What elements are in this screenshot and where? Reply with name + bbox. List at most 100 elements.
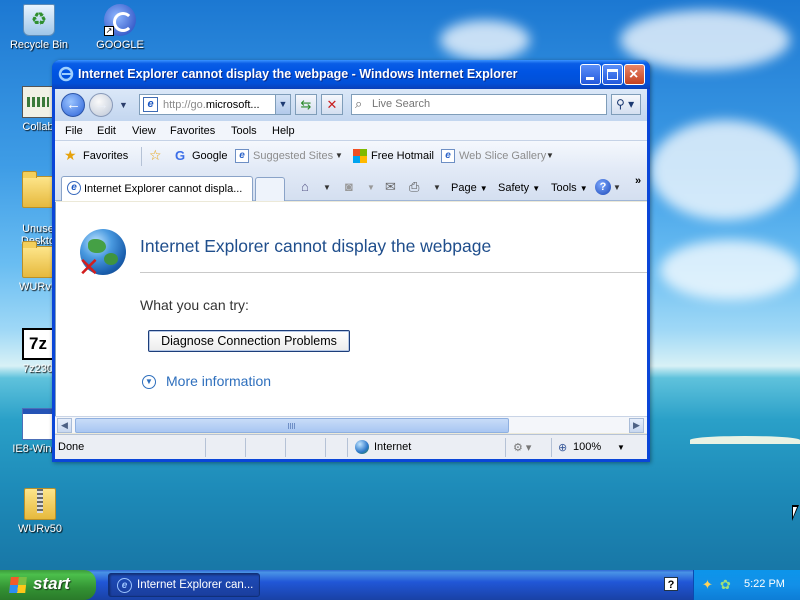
chevron-down-icon: ▼ <box>479 184 488 193</box>
error-x-icon: ✕ <box>78 252 100 282</box>
favorites-button[interactable]: Favorites <box>83 150 128 162</box>
protected-mode-icon[interactable]: ⚙ ▾ <box>513 441 531 454</box>
search-box[interactable]: ⌕ <box>351 94 607 115</box>
divider <box>347 438 348 457</box>
clock[interactable]: 5:22 PM <box>744 578 785 590</box>
help-icon[interactable]: ? <box>595 179 611 195</box>
address-input[interactable]: e http://go.microsoft... <box>139 94 291 115</box>
chevron-down-icon: ▼ <box>579 184 588 193</box>
divider <box>325 438 326 457</box>
forward-button[interactable]: → <box>89 93 113 117</box>
search-input[interactable] <box>372 98 602 110</box>
chevron-down-icon[interactable]: ▼ <box>335 151 343 160</box>
search-button[interactable]: ⚲ ▾ <box>611 94 641 115</box>
refresh-icon: ⇆ <box>300 97 312 112</box>
tab-current[interactable]: e Internet Explorer cannot displa... <box>61 176 253 201</box>
add-favorite-icon[interactable]: ☆ <box>149 147 162 164</box>
stop-button[interactable]: ✕ <box>321 94 343 115</box>
scroll-left-arrow-icon[interactable]: ◀ <box>57 418 72 433</box>
menu-favorites[interactable]: Favorites <box>170 125 215 137</box>
expand-chevron-icon[interactable]: ▼ <box>142 375 156 389</box>
mouse-cursor-icon <box>792 505 800 521</box>
taskbar-item-label: Internet Explorer can... <box>137 579 254 591</box>
home-icon[interactable]: ⌂ <box>301 179 309 194</box>
favorite-link-google[interactable]: Google <box>192 150 227 162</box>
maximize-button[interactable] <box>602 64 623 85</box>
minimize-icon <box>586 77 594 80</box>
back-button[interactable]: ← <box>61 93 85 117</box>
start-button[interactable]: start <box>0 570 96 600</box>
more-information-link[interactable]: More information <box>166 373 271 389</box>
ie-page-icon: e <box>67 181 81 195</box>
error-heading: Internet Explorer cannot display the web… <box>140 236 492 256</box>
menu-view[interactable]: View <box>132 125 156 137</box>
close-button[interactable]: × <box>624 64 645 85</box>
tools-menu[interactable]: Tools ▼ <box>551 182 588 194</box>
taskbar: start e Internet Explorer can... ? ✦ ✿ 5… <box>0 570 800 600</box>
minimize-button[interactable] <box>580 64 601 85</box>
recent-pages-dropdown-icon[interactable]: ▼ <box>119 100 128 110</box>
help-tray-icon[interactable]: ? <box>664 577 678 591</box>
read-mail-icon[interactable]: ✉ <box>385 179 396 195</box>
refresh-button[interactable]: ⇆ <box>295 94 317 115</box>
page-menu[interactable]: Page ▼ <box>451 182 488 194</box>
desktop-icon-wurv50[interactable]: WURv50 <box>2 488 78 535</box>
cloud <box>650 120 800 220</box>
toolbar-overflow-chevron[interactable]: » <box>635 175 641 187</box>
forward-arrow-icon: → <box>94 96 109 113</box>
security-zone-label: Internet <box>374 441 412 453</box>
menu-help[interactable]: Help <box>272 125 295 137</box>
scroll-right-arrow-icon[interactable]: ▶ <box>629 418 644 433</box>
divider <box>205 438 206 457</box>
menu-file[interactable]: File <box>65 125 83 137</box>
diagnose-connection-button[interactable]: Diagnose Connection Problems <box>148 330 350 352</box>
desktop-icon-google[interactable]: ↗ GOOGLE <box>82 4 158 51</box>
chevron-down-icon[interactable]: ▼ <box>323 183 331 192</box>
start-label: start <box>33 574 70 593</box>
internet-zone-icon <box>355 440 369 454</box>
chevron-down-icon[interactable]: ▼ <box>613 183 621 192</box>
url-host: microsoft... <box>205 99 260 111</box>
scrollbar-thumb[interactable] <box>75 418 509 433</box>
ie-window: Internet Explorer cannot display the web… <box>52 60 650 462</box>
update-tray-icon[interactable]: ✿ <box>720 577 731 593</box>
tab-row: e Internet Explorer cannot displa... ⌂ ▼… <box>55 171 647 201</box>
cloud <box>440 20 530 60</box>
favorites-star-icon: ★ <box>64 147 77 163</box>
window-title: Internet Explorer cannot display the web… <box>78 67 518 81</box>
7zip-icon: 7z <box>22 328 54 360</box>
zoom-level[interactable]: 100% <box>573 441 601 453</box>
safety-menu[interactable]: Safety ▼ <box>498 182 540 194</box>
ie-logo-icon <box>58 66 74 82</box>
favorite-link-web-slice-gallery[interactable]: Web Slice Gallery <box>459 150 546 162</box>
feeds-icon[interactable]: ◙ <box>345 179 353 194</box>
folder-icon <box>22 171 54 208</box>
google-icon: G <box>175 148 186 163</box>
page-icon: e <box>143 97 158 112</box>
ie-logo-icon: e <box>117 578 132 593</box>
try-label: What you can try: <box>140 297 249 313</box>
new-tab-button[interactable] <box>255 177 285 201</box>
status-bar: Done Internet ⚙ ▾ ⊕ 100% ▼ <box>55 434 647 459</box>
chevron-down-icon[interactable]: ▼ <box>546 151 554 160</box>
desktop-icon-label: GOOGLE <box>96 39 144 51</box>
chevron-down-icon[interactable]: ▼ <box>617 443 625 452</box>
divider <box>551 438 552 457</box>
favorite-link-free-hotmail[interactable]: Free Hotmail <box>371 150 434 162</box>
favorite-link-suggested-sites[interactable]: Suggested Sites <box>253 150 333 162</box>
window-titlebar[interactable]: Internet Explorer cannot display the web… <box>52 60 650 89</box>
desktop-icon-recycle-bin[interactable]: Recycle Bin <box>1 4 77 51</box>
address-dropdown-button[interactable]: ▼ <box>275 94 291 115</box>
menu-tools[interactable]: Tools <box>231 125 257 137</box>
suggested-sites-icon: e <box>235 149 249 163</box>
menu-edit[interactable]: Edit <box>97 125 116 137</box>
chevron-down-icon[interactable]: ▼ <box>433 183 441 192</box>
google-shortcut-icon: ↗ <box>104 4 136 36</box>
horizontal-scrollbar[interactable]: ◀ ▶ <box>55 416 647 433</box>
network-tray-icon[interactable]: ✦ <box>702 577 713 593</box>
chevron-down-icon[interactable]: ▼ <box>367 183 375 192</box>
taskbar-item-ie[interactable]: e Internet Explorer can... <box>108 573 260 597</box>
print-icon[interactable]: ⎙ <box>409 179 419 195</box>
chevron-down-icon: ▼ <box>278 99 288 109</box>
back-arrow-icon: ← <box>66 96 81 113</box>
